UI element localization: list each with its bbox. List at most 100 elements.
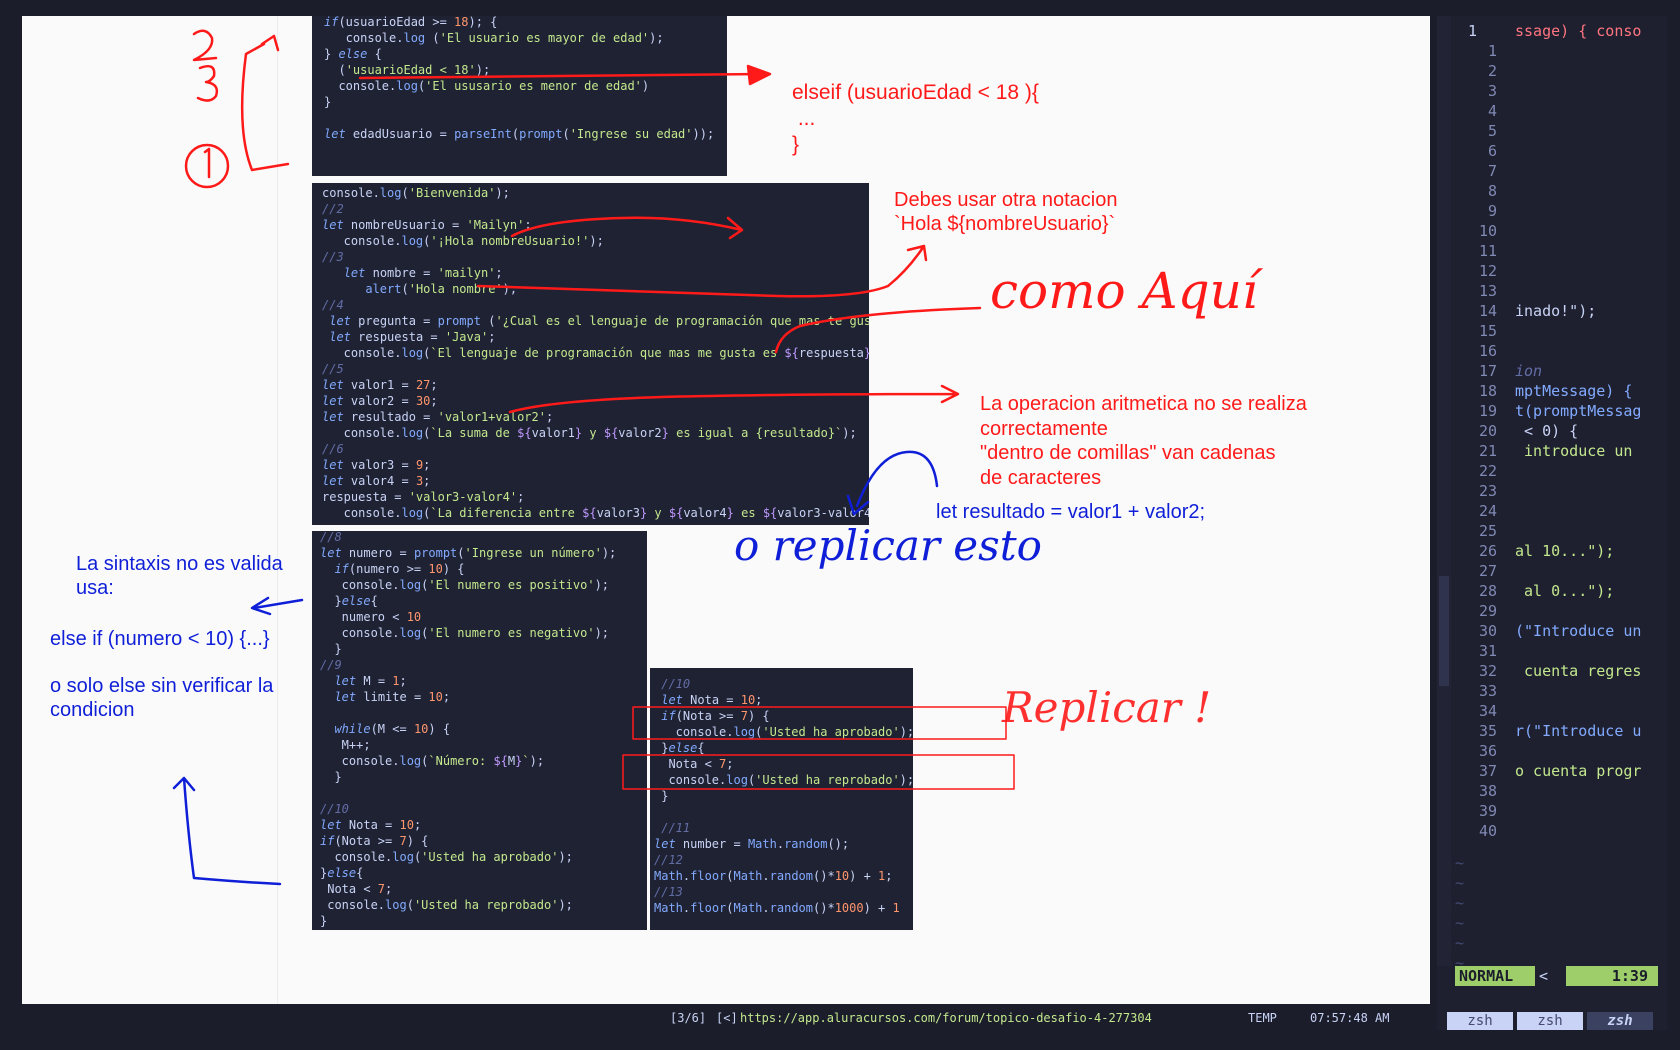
vim-line[interactable]: 25 — [1437, 522, 1667, 542]
code-token: ()* — [813, 901, 835, 915]
line-number: 40 — [1478, 822, 1497, 840]
code-token: ( — [324, 63, 346, 77]
annotation-elseif: elseif (usuarioEdad < 18 ){ ... } — [792, 81, 1039, 156]
code-token: (Nota >= — [334, 834, 400, 848]
code-token: ; — [385, 882, 393, 896]
vim-line[interactable]: 1 — [1437, 42, 1667, 62]
code-token: if — [661, 709, 676, 723]
code-token: } — [654, 741, 669, 755]
vim-terminal-pane[interactable]: 1 ssage) { conso 1 2 3 4 5 6 7 8 9 10 11 12 13 14 inado!… — [1437, 16, 1667, 1030]
vim-line[interactable]: 5 — [1437, 122, 1667, 142]
tmux-tab[interactable]: zsh — [1587, 1012, 1653, 1030]
vim-line[interactable]: 10 — [1437, 222, 1667, 242]
code-line: //9 — [320, 657, 342, 673]
code-token: console. — [654, 773, 727, 787]
line-number: 10 — [1478, 222, 1497, 240]
code-token: `El lenguaje de programación que mas me … — [430, 346, 785, 360]
vim-line[interactable]: 19 t(promptMessag — [1437, 402, 1667, 422]
code-line: }else{ — [320, 865, 363, 881]
code-token: (); — [827, 837, 850, 851]
vim-line[interactable]: 15 — [1437, 322, 1667, 342]
code-token: 7 — [740, 709, 748, 723]
vim-line[interactable]: 7 — [1437, 162, 1667, 182]
vim-current-line[interactable]: 1 ssage) { conso — [1437, 22, 1667, 42]
code-token: } — [320, 642, 342, 656]
vim-line[interactable]: 29 — [1437, 602, 1667, 622]
vim-line[interactable]: 27 — [1437, 562, 1667, 582]
vim-line[interactable]: 12 — [1437, 262, 1667, 282]
code-token: ); — [601, 546, 617, 560]
code-line: //6 — [322, 441, 344, 457]
code-snippet-usuario-edad: if(usuarioEdad >= 18); { console.log ('E… — [312, 16, 727, 176]
vim-line[interactable]: 37 o cuenta progr — [1437, 762, 1667, 782]
vim-line[interactable]: 11 — [1437, 242, 1667, 262]
vim-line[interactable]: 39 — [1437, 802, 1667, 822]
vim-empty-line-marker: ~ — [1455, 874, 1465, 892]
code-token: alert — [365, 282, 402, 296]
vim-line[interactable]: 20 < 0) { — [1437, 422, 1667, 442]
code-line: let Nota = 10; — [320, 817, 421, 833]
code-line: } else { — [324, 46, 382, 62]
code-token: y — [647, 506, 669, 520]
code-token: respuesta = — [350, 330, 445, 344]
code-token: numero < — [320, 610, 407, 624]
code-token: log — [385, 898, 407, 912]
vim-line[interactable]: 30 ("Introduce un — [1437, 622, 1667, 642]
code-line: if(usuarioEdad >= 18); { — [324, 16, 497, 30]
annotation-notacion: Debes usar otra notacion `Hola ${nombreU… — [894, 189, 1118, 235]
vim-line[interactable]: 23 — [1437, 482, 1667, 502]
code-line: numero < 10 — [320, 609, 421, 625]
tmux-tab[interactable]: zsh — [1447, 1012, 1513, 1030]
vim-line[interactable]: 8 — [1437, 182, 1667, 202]
tmux-tab[interactable]: zsh — [1517, 1012, 1583, 1030]
line-number: 19 — [1478, 402, 1497, 420]
vim-line[interactable]: 9 — [1437, 202, 1667, 222]
vim-line[interactable]: 16 — [1437, 342, 1667, 362]
back-indicator[interactable]: [<] — [716, 1011, 738, 1025]
code-token: } — [661, 426, 669, 440]
vim-line[interactable]: 4 — [1437, 102, 1667, 122]
vim-line[interactable]: 28 al 0..."); — [1437, 582, 1667, 602]
vim-line[interactable]: 36 — [1437, 742, 1667, 762]
code-token: let — [322, 410, 344, 424]
code-line: let numero = prompt('Ingrese un número')… — [320, 545, 616, 561]
vim-line[interactable]: 33 — [1437, 682, 1667, 702]
code-token: } — [320, 594, 342, 608]
vim-line[interactable]: 3 — [1437, 82, 1667, 102]
vim-line[interactable]: 6 — [1437, 142, 1667, 162]
code-line: Nota < 7; — [320, 881, 392, 897]
vim-line[interactable]: 17 ion — [1437, 362, 1667, 382]
code-line: let pregunta = prompt ('¿Cual es el leng… — [322, 313, 869, 329]
url-display[interactable]: https://app.aluracursos.com/forum/topico… — [740, 1011, 1152, 1025]
code-token: floor — [690, 869, 727, 883]
vim-line[interactable]: 26 al 10..."); — [1437, 542, 1667, 562]
vim-line[interactable]: 22 — [1437, 462, 1667, 482]
vim-line[interactable]: 18 mptMessage) { — [1437, 382, 1667, 402]
vim-line[interactable]: 38 — [1437, 782, 1667, 802]
code-token: ); — [589, 234, 604, 248]
vim-line[interactable]: 13 — [1437, 282, 1667, 302]
code-token: //8 — [320, 531, 342, 544]
code-line: Math.floor(Math.random()*10) + 1; — [654, 868, 893, 884]
vim-line[interactable]: 2 — [1437, 62, 1667, 82]
code-token: Math — [733, 901, 763, 915]
annotation-aritmetica: La operacion aritmetica no se realiza co… — [980, 393, 1307, 489]
vim-line[interactable]: 31 — [1437, 642, 1667, 662]
code-line: console.log('El numero es positivo'); — [320, 577, 609, 593]
code-token: ) + — [863, 901, 893, 915]
code-token: 'El usuario es mayor de edad' — [439, 31, 650, 45]
code-token: ()* — [813, 869, 835, 883]
line-number: 22 — [1478, 462, 1497, 480]
vim-line[interactable]: 34 — [1437, 702, 1667, 722]
vim-line[interactable]: 40 — [1437, 822, 1667, 842]
code-token: console. — [322, 186, 380, 200]
vim-buffer[interactable]: 1 ssage) { conso 1 2 3 4 5 6 7 8 9 10 11 12 13 14 inado!… — [1437, 16, 1667, 972]
vim-line[interactable]: 32 cuenta regres — [1437, 662, 1667, 682]
vim-line[interactable]: 24 — [1437, 502, 1667, 522]
vim-line[interactable]: 35 r("Introduce u — [1437, 722, 1667, 742]
vim-line[interactable]: 14 inado!"); — [1437, 302, 1667, 322]
line-number: 35 — [1478, 722, 1497, 740]
vim-line[interactable]: 21 introduce un — [1437, 442, 1667, 462]
code-token: 1 — [892, 901, 900, 915]
